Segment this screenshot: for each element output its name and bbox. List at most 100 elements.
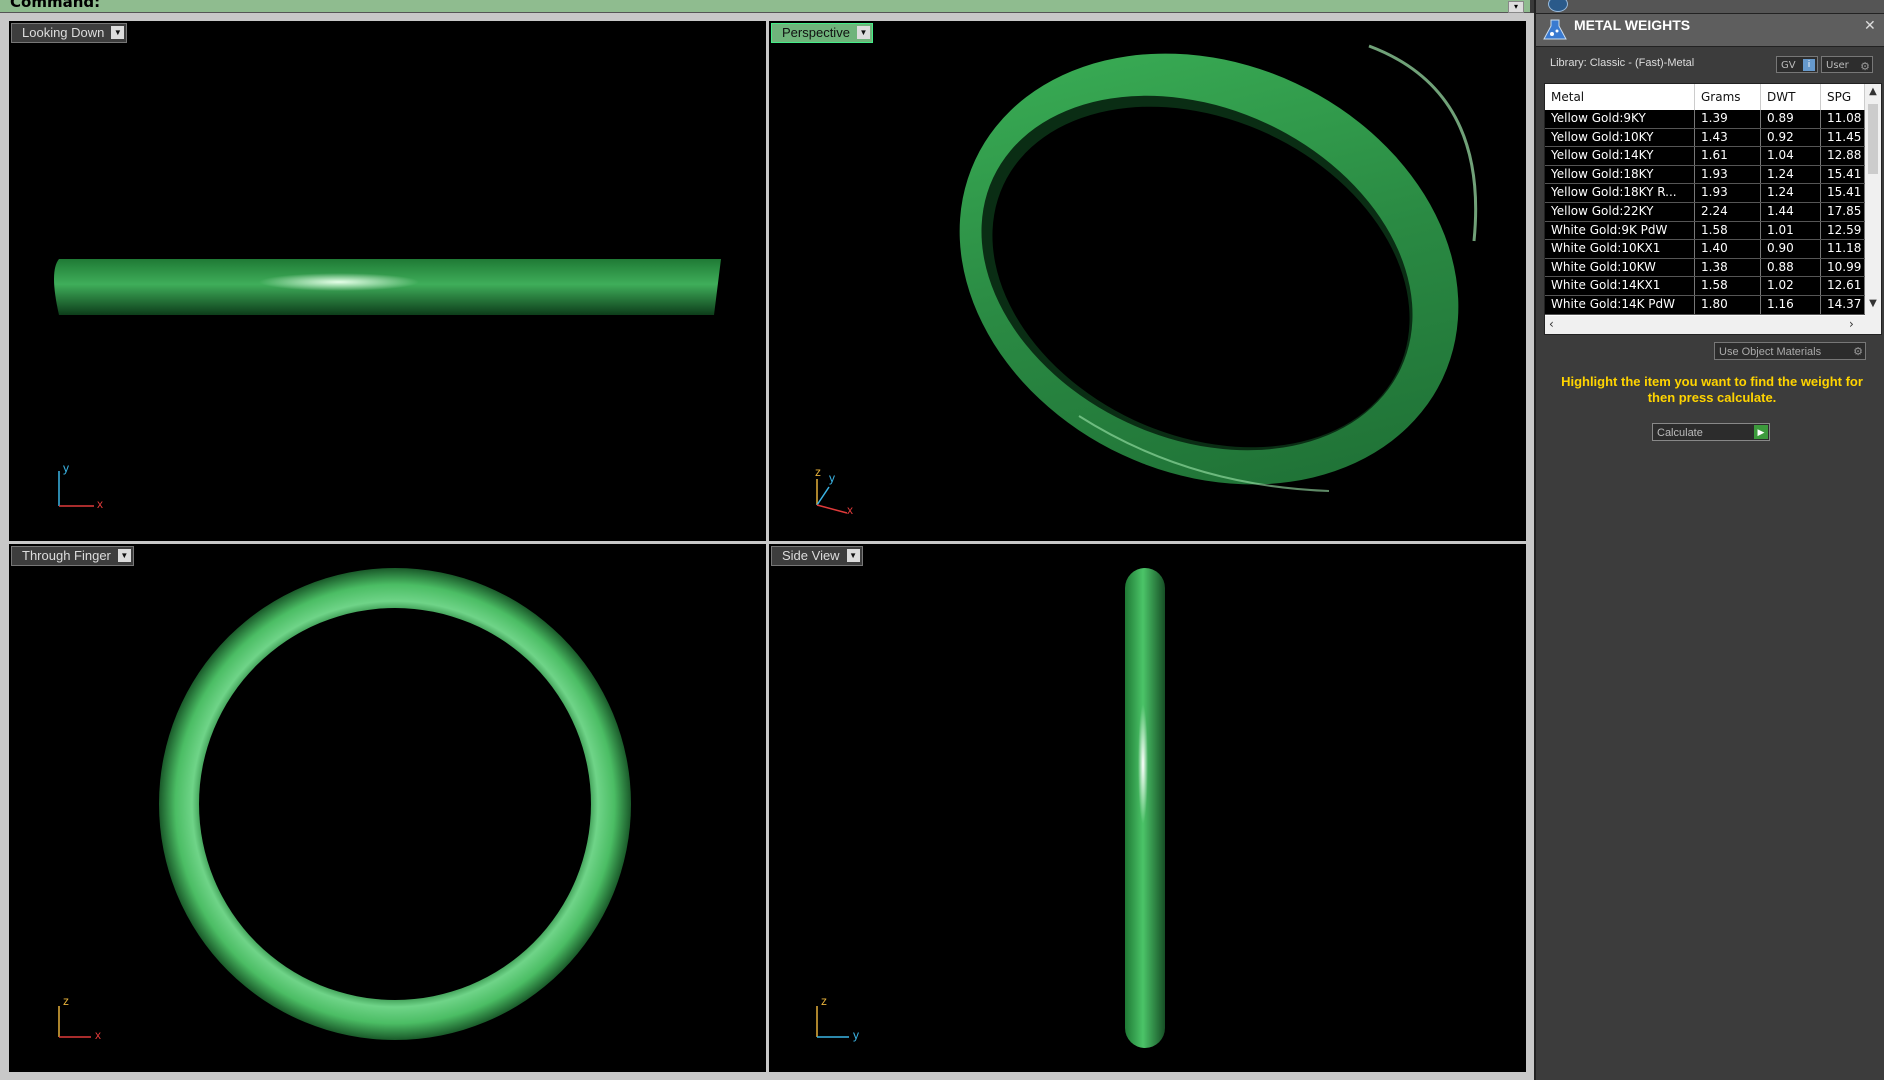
cell-dwt: 0.88 bbox=[1761, 258, 1821, 277]
table-body: Yellow Gold:9KY 1.39 0.89 11.08 Yellow Gold:… bbox=[1545, 110, 1865, 315]
ring-render-front bbox=[159, 568, 631, 1040]
metal-weights-panel: METAL WEIGHTS ✕ Library: Classic - (Fast… bbox=[1534, 0, 1884, 1080]
scroll-thumb[interactable] bbox=[1868, 104, 1878, 174]
table-row[interactable]: White Gold:10KW 1.38 0.88 10.99 bbox=[1545, 258, 1865, 278]
viewport-label-text: Side View bbox=[782, 548, 840, 563]
cell-grams: 1.38 bbox=[1695, 258, 1761, 277]
gv-button[interactable]: GV i bbox=[1776, 56, 1818, 73]
column-header-dwt[interactable]: DWT bbox=[1761, 84, 1821, 110]
axis-indicator: z y bbox=[807, 992, 867, 1046]
command-label: Command: bbox=[10, 0, 101, 11]
scroll-left-icon[interactable]: ‹ bbox=[1549, 317, 1554, 331]
library-label: Library: Classic - (Fast)-Metal bbox=[1550, 57, 1695, 69]
cell-metal: Yellow Gold:9KY bbox=[1545, 110, 1695, 128]
cell-spg: 15.41 bbox=[1821, 184, 1865, 202]
scroll-up-icon[interactable]: ▲ bbox=[1865, 86, 1881, 100]
table-row[interactable]: White Gold:14KX1 1.58 1.02 12.61 bbox=[1545, 277, 1865, 296]
ring-render-perspective bbox=[959, 44, 1478, 492]
cell-metal: White Gold:14K PdW bbox=[1545, 295, 1695, 314]
column-header-metal[interactable]: Metal bbox=[1545, 84, 1695, 110]
cell-spg: 12.88 bbox=[1821, 147, 1865, 165]
table-row[interactable]: Yellow Gold:10KY 1.43 0.92 11.45 bbox=[1545, 128, 1865, 148]
ring-render-side bbox=[1125, 568, 1165, 1048]
axis-indicator: z y x bbox=[807, 465, 867, 519]
cell-grams: 1.43 bbox=[1695, 128, 1761, 147]
axis-x-label: x bbox=[847, 503, 853, 517]
chevron-down-icon[interactable]: ▼ bbox=[856, 26, 870, 39]
cell-grams: 1.93 bbox=[1695, 184, 1761, 202]
cell-metal: White Gold:10KW bbox=[1545, 258, 1695, 277]
cell-metal: Yellow Gold:18KY bbox=[1545, 165, 1695, 184]
cell-grams: 1.61 bbox=[1695, 147, 1761, 165]
chevron-down-icon[interactable]: ▼ bbox=[846, 549, 860, 562]
cell-spg: 11.08 bbox=[1821, 110, 1865, 128]
cell-grams: 2.24 bbox=[1695, 202, 1761, 221]
viewport-label-text: Through Finger bbox=[22, 548, 111, 563]
command-dropdown-button[interactable]: ▾ bbox=[1508, 1, 1524, 13]
cell-grams: 1.93 bbox=[1695, 165, 1761, 184]
cell-grams: 1.40 bbox=[1695, 240, 1761, 258]
cell-spg: 10.99 bbox=[1821, 258, 1865, 277]
panel-header: METAL WEIGHTS ✕ bbox=[1536, 14, 1884, 47]
cell-dwt: 1.01 bbox=[1761, 221, 1821, 240]
axis-x-label: x bbox=[97, 497, 103, 511]
cell-metal: Yellow Gold:10KY bbox=[1545, 128, 1695, 147]
gear-icon[interactable]: ⚙ bbox=[1853, 343, 1863, 361]
gv-button-label: GV bbox=[1781, 60, 1796, 71]
table-row[interactable]: White Gold:10KX1 1.40 0.90 11.18 bbox=[1545, 240, 1865, 259]
table-row[interactable]: Yellow Gold:9KY 1.39 0.89 11.08 bbox=[1545, 110, 1865, 129]
metal-weights-table[interactable]: Metal Grams DWT SPG Yellow Gold:9KY 1.39 0… bbox=[1544, 83, 1882, 335]
vertical-scrollbar[interactable]: ▲ ▼ bbox=[1865, 84, 1881, 316]
globe-icon[interactable] bbox=[1548, 0, 1568, 12]
table-row[interactable]: Yellow Gold:14KY 1.61 1.04 12.88 bbox=[1545, 147, 1865, 166]
chevron-down-icon[interactable]: ▼ bbox=[111, 26, 125, 39]
instruction-hint: Highlight the item you want to find the … bbox=[1561, 374, 1863, 405]
viewport-area: Looking Down ▼ y x Perspective ▼ z y x T… bbox=[0, 13, 1534, 1080]
cell-spg: 14.37 bbox=[1821, 295, 1865, 314]
axis-y-label: y bbox=[853, 1028, 859, 1042]
cell-dwt: 1.16 bbox=[1761, 295, 1821, 314]
viewport-tab-side-view[interactable]: Side View ▼ bbox=[771, 546, 863, 566]
panel-title: METAL WEIGHTS bbox=[1574, 17, 1691, 33]
axis-y-label: y bbox=[829, 471, 835, 485]
axis-z-label: z bbox=[63, 994, 69, 1008]
gear-icon[interactable]: ⚙ bbox=[1860, 58, 1870, 75]
chevron-down-icon[interactable]: ▼ bbox=[117, 549, 131, 562]
viewport-through-finger[interactable]: Through Finger ▼ z x bbox=[9, 544, 766, 1072]
close-icon[interactable]: ✕ bbox=[1864, 18, 1876, 34]
info-icon[interactable]: i bbox=[1803, 59, 1815, 71]
table-row[interactable]: Yellow Gold:18KY R... 1.93 1.24 15.41 bbox=[1545, 184, 1865, 203]
viewport-perspective[interactable]: Perspective ▼ z y x bbox=[769, 21, 1526, 541]
scroll-right-icon[interactable]: › bbox=[1849, 317, 1854, 331]
calculate-button[interactable]: Calculate ▶ bbox=[1652, 423, 1770, 441]
table-row[interactable]: Yellow Gold:18KY 1.93 1.24 15.41 bbox=[1545, 165, 1865, 185]
cell-dwt: 0.89 bbox=[1761, 110, 1821, 128]
use-object-materials-button[interactable]: Use Object Materials ⚙ bbox=[1714, 342, 1866, 360]
user-button[interactable]: User ⚙ bbox=[1821, 56, 1873, 73]
cell-dwt: 1.04 bbox=[1761, 147, 1821, 165]
cell-grams: 1.39 bbox=[1695, 110, 1761, 128]
viewport-label-text: Perspective bbox=[782, 25, 850, 40]
viewport-looking-down[interactable]: Looking Down ▼ y x bbox=[9, 21, 766, 541]
cell-dwt: 1.44 bbox=[1761, 202, 1821, 221]
command-bar[interactable]: Command: ▾ bbox=[0, 0, 1530, 13]
panel-top-strip bbox=[1536, 0, 1884, 14]
table-row[interactable]: White Gold:9K PdW 1.58 1.01 12.59 bbox=[1545, 221, 1865, 241]
axis-indicator: z x bbox=[49, 992, 109, 1046]
axis-x-label: x bbox=[95, 1028, 101, 1042]
cell-spg: 15.41 bbox=[1821, 165, 1865, 184]
cell-spg: 17.85 bbox=[1821, 202, 1865, 221]
column-header-spg[interactable]: SPG bbox=[1821, 84, 1865, 110]
viewport-side-view[interactable]: Side View ▼ z y bbox=[769, 544, 1526, 1072]
table-row[interactable]: White Gold:14K PdW 1.80 1.16 14.37 bbox=[1545, 295, 1865, 315]
scroll-down-icon[interactable]: ▼ bbox=[1865, 298, 1881, 312]
cell-metal: White Gold:10KX1 bbox=[1545, 240, 1695, 258]
table-row[interactable]: Yellow Gold:22KY 2.24 1.44 17.85 bbox=[1545, 202, 1865, 222]
viewport-tab-looking-down[interactable]: Looking Down ▼ bbox=[11, 23, 128, 43]
viewport-tab-perspective[interactable]: Perspective ▼ bbox=[771, 23, 873, 43]
column-header-grams[interactable]: Grams bbox=[1695, 84, 1761, 110]
viewport-tab-through-finger[interactable]: Through Finger ▼ bbox=[11, 546, 134, 566]
play-icon[interactable]: ▶ bbox=[1754, 425, 1768, 439]
calculate-label: Calculate bbox=[1657, 427, 1703, 439]
horizontal-scrollbar[interactable]: ‹ › bbox=[1545, 316, 1881, 334]
